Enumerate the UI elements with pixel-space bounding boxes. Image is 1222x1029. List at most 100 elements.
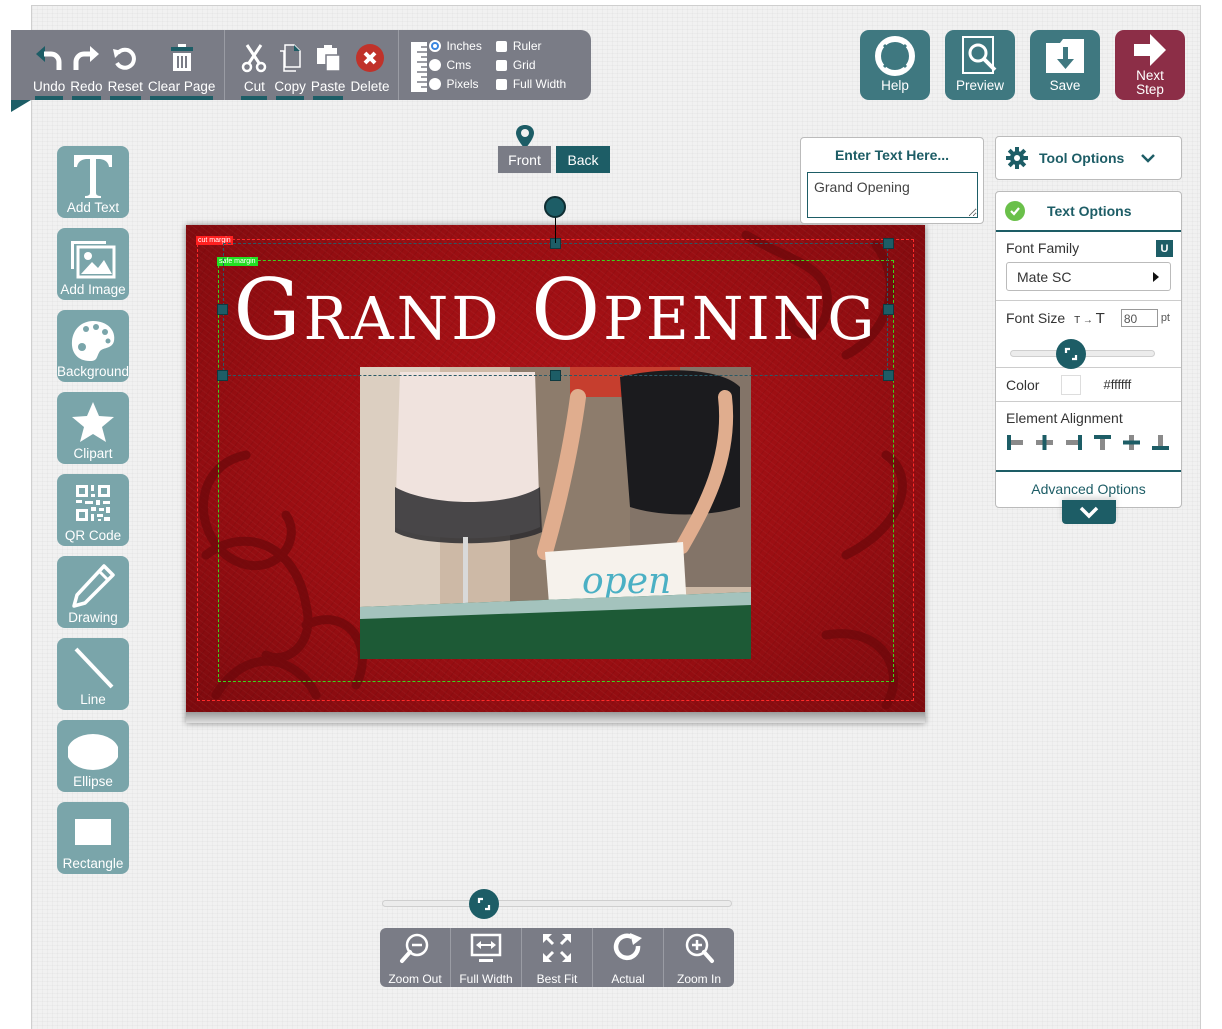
radio-unselected[interactable] (429, 78, 442, 90)
rectangle-button[interactable]: Rectangle (57, 802, 129, 874)
ellipse-button[interactable]: Ellipse (57, 720, 129, 792)
tool-options-header[interactable]: Tool Options (995, 136, 1182, 180)
line-button[interactable]: Line (57, 638, 129, 710)
resize-handle-bottom[interactable] (550, 370, 561, 381)
gear-icon (1006, 147, 1028, 169)
cut-button[interactable]: Cut (239, 43, 269, 100)
line-icon (74, 647, 114, 689)
next-step-button[interactable]: Next Step (1115, 30, 1185, 100)
add-image-button[interactable]: Add Image (57, 228, 129, 300)
lifebuoy-icon (875, 36, 915, 76)
background-button[interactable]: Background (57, 310, 129, 382)
actual-size-icon (613, 933, 642, 961)
zoom-slider-thumb[interactable] (468, 889, 499, 919)
design-canvas[interactable]: open Grand Opening cut margin safe margi… (186, 225, 925, 723)
text-options-title: Text Options (1047, 203, 1132, 219)
upload-font-button[interactable]: U (1156, 240, 1173, 257)
resize-handle-right[interactable] (883, 304, 894, 315)
text-options-panel: Text Options Font Family U Mate SC Font … (995, 191, 1182, 508)
ellipse-label: Ellipse (73, 774, 113, 789)
units-group: Inches Cms Pixels Ruler Grid Full Width (399, 30, 576, 100)
resize-handle-bottom-left[interactable] (217, 370, 228, 381)
units-radio-group: Inches Cms Pixels (429, 38, 482, 92)
paste-button[interactable]: Paste (311, 43, 345, 100)
align-right-icon[interactable] (1064, 434, 1083, 451)
copy-button[interactable]: Copy (274, 43, 306, 100)
advanced-options-toggle[interactable] (1062, 500, 1116, 524)
text-entry-input[interactable] (807, 172, 978, 218)
reset-button[interactable]: Reset (107, 43, 143, 100)
clipart-button[interactable]: Clipart (57, 392, 129, 464)
advanced-options-link[interactable]: Advanced Options (996, 481, 1181, 497)
grid-checkbox[interactable]: Grid (495, 57, 566, 73)
drawing-button[interactable]: Drawing (57, 556, 129, 628)
font-family-value: Mate SC (1017, 268, 1072, 285)
zoom-in-button[interactable]: Zoom In (664, 928, 734, 987)
resize-handle-top-right[interactable] (883, 238, 894, 249)
resize-handle-left[interactable] (217, 304, 228, 315)
resize-arrows-icon (1064, 347, 1077, 361)
help-button[interactable]: Help (860, 30, 930, 100)
selection-box (223, 243, 888, 376)
font-size-slider-thumb[interactable] (1055, 339, 1086, 369)
toolbar-fold-decoration (11, 100, 31, 112)
color-hex-value[interactable]: #ffffff (1103, 377, 1131, 392)
clipboard-group: Cut Copy Paste Delete (225, 30, 400, 100)
rotate-handle[interactable] (544, 196, 566, 218)
reset-label: Reset (107, 79, 143, 94)
best-fit-button[interactable]: Best Fit (522, 928, 593, 987)
preview-icon (962, 36, 997, 74)
text-options-header[interactable]: Text Options (996, 192, 1181, 232)
caret-right-icon (1153, 271, 1159, 282)
color-swatch[interactable] (1061, 374, 1082, 395)
radio-selected[interactable] (429, 40, 442, 52)
font-family-select[interactable]: Mate SC (1006, 262, 1171, 291)
align-center-horizontal-icon[interactable] (1035, 434, 1054, 451)
checkbox-box[interactable] (495, 59, 507, 71)
add-text-button[interactable]: Add Text (57, 146, 129, 218)
unit-cms-radio[interactable]: Cms (429, 57, 481, 73)
small-t: T (1074, 314, 1081, 326)
font-size-input[interactable] (1120, 309, 1158, 327)
zoom-out-button[interactable]: Zoom Out (380, 928, 451, 987)
canvas-bottom-edge (186, 712, 925, 723)
big-t: T (1095, 309, 1105, 327)
zoom-slider-track[interactable] (382, 900, 732, 907)
checkbox-box[interactable] (495, 40, 507, 52)
full-width-label: Full Width (459, 972, 513, 986)
undo-underline (35, 96, 64, 100)
ruler-checkbox[interactable]: Ruler (495, 38, 566, 54)
palette-icon (71, 321, 115, 361)
back-side-tab[interactable]: Back (556, 146, 610, 173)
redo-button[interactable]: Redo (70, 43, 103, 100)
front-side-tab[interactable]: Front (498, 146, 551, 173)
align-top-icon[interactable] (1093, 434, 1112, 451)
unit-inches-radio[interactable]: Inches (429, 38, 482, 54)
align-left-icon[interactable] (1006, 434, 1025, 451)
full-width-button[interactable]: Full Width (451, 928, 522, 987)
drawing-label: Drawing (68, 610, 118, 625)
actual-size-button[interactable]: Actual (593, 928, 664, 987)
zoom-toolbar: Zoom Out Full Width Best Fit Actual Zoom… (380, 928, 734, 987)
unit-pixels-label: Pixels (446, 77, 479, 91)
resize-handle-bottom-right[interactable] (883, 370, 894, 381)
full-width-checkbox[interactable]: Full Width (495, 76, 567, 92)
preview-button[interactable]: Preview (945, 30, 1015, 100)
zoom-in-icon (685, 933, 714, 963)
full-width-label: Full Width (512, 77, 567, 91)
clear-page-button[interactable]: Clear Page (148, 43, 215, 100)
checkbox-box[interactable] (495, 78, 507, 90)
qr-code-button[interactable]: QR Code (57, 474, 129, 546)
unit-cms-label: Cms (446, 58, 472, 72)
save-button[interactable]: Save (1030, 30, 1100, 100)
align-center-vertical-icon[interactable] (1122, 434, 1141, 451)
alignment-label: Element Alignment (1006, 410, 1123, 426)
align-bottom-icon[interactable] (1151, 434, 1170, 451)
unit-pixels-radio[interactable]: Pixels (429, 76, 481, 92)
undo-button[interactable]: Undo (33, 43, 65, 100)
radio-unselected[interactable] (429, 59, 442, 71)
next-step-line2: Step (1136, 82, 1164, 97)
zoom-out-icon (400, 933, 429, 963)
delete-button[interactable]: Delete (350, 43, 389, 94)
delete-icon (355, 44, 384, 72)
